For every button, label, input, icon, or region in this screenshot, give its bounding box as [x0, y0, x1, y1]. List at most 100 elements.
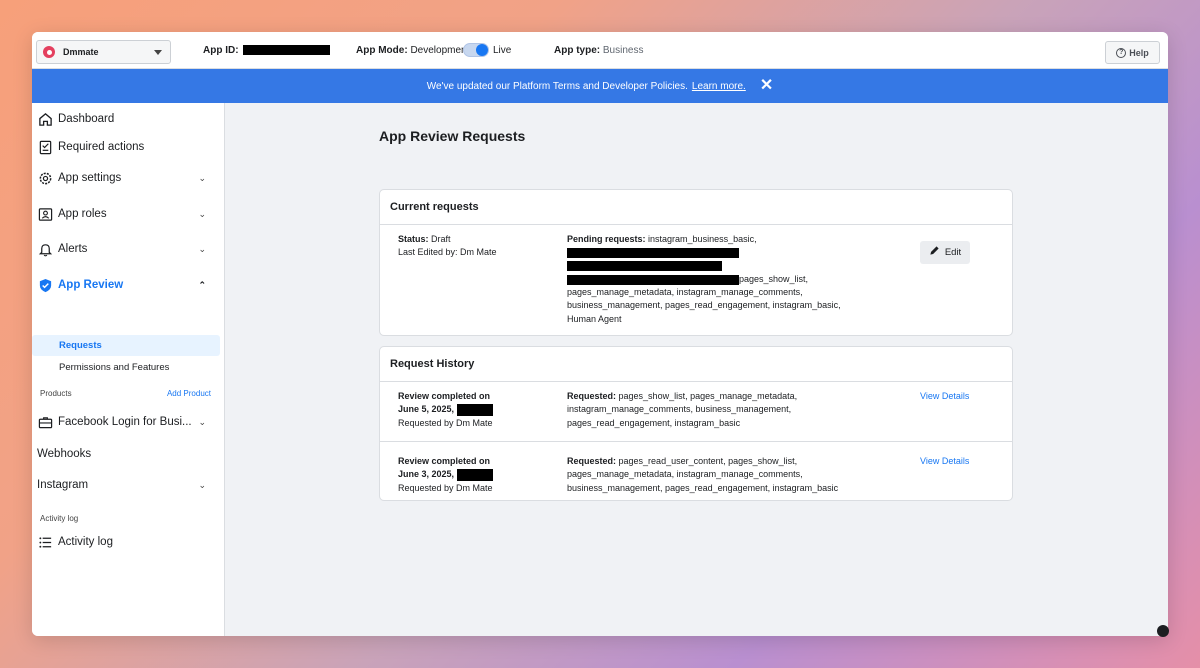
history-line-1: Requested: pages_show_list, pages_manage… — [567, 390, 857, 403]
sidebar-item-dashboard[interactable]: Dashboard — [37, 107, 220, 131]
pencil-icon — [929, 245, 940, 260]
sidebar-subitem-label: Permissions and Features — [59, 362, 170, 373]
sidebar-item-app-review[interactable]: App Review ⌃ — [37, 273, 220, 297]
add-product-link[interactable]: Add Product — [167, 389, 211, 398]
history-value-1: pages_show_list, pages_manage_metadata, — [618, 391, 798, 401]
edit-button[interactable]: Edit — [920, 241, 970, 264]
history-row: Review completed on June 3, 2025, Reques… — [380, 455, 1012, 505]
help-circle-icon: ? — [1116, 47, 1127, 58]
row-divider — [380, 441, 1012, 442]
caret-down-icon — [154, 50, 162, 55]
history-value-2: instagram_manage_comments, business_mana… — [567, 404, 792, 415]
completed-date-line: June 5, 2025, — [398, 403, 558, 416]
requested-by: Requested by Dm Mate — [398, 482, 493, 493]
sidebar-item-instagram[interactable]: Instagram ⌄ — [37, 473, 220, 497]
sidebar-item-label: Facebook Login for Busi... — [58, 416, 192, 428]
sidebar-item-facebook-login[interactable]: Facebook Login for Busi... ⌄ — [37, 410, 220, 434]
pending-requests-block: Pending requests: instagram_business_bas… — [567, 233, 857, 326]
pending-value-1: instagram_business_basic, — [648, 234, 757, 244]
sidebar-item-required-actions[interactable]: Required actions — [37, 135, 220, 159]
status-label: Status: — [398, 234, 429, 244]
current-requests-heading: Current requests — [380, 190, 1012, 225]
history-value-3: pages_read_engagement, instagram_basic — [567, 417, 741, 428]
history-row: Review completed on June 5, 2025, Reques… — [380, 390, 1012, 440]
help-button[interactable]: ? Help — [1105, 41, 1160, 64]
pending-value-4: pages_show_list, — [739, 273, 809, 284]
banner-text: We've updated our Platform Terms and Dev… — [426, 80, 688, 92]
pending-value-7: Human Agent — [567, 313, 622, 324]
app-window: Dmmate App ID: App Mode: Development Liv… — [32, 32, 1168, 636]
edit-label: Edit — [944, 246, 962, 258]
sidebar-item-alerts[interactable]: Alerts ⌄ — [37, 237, 220, 261]
status-line: Status: Draft — [398, 233, 558, 246]
checklist-icon — [37, 139, 53, 155]
pending-value-5: pages_manage_metadata, instagram_manage_… — [567, 287, 803, 298]
sidebar-item-app-roles[interactable]: App roles ⌄ — [37, 202, 220, 226]
resize-corner-icon — [1157, 625, 1169, 637]
view-details-link[interactable]: View Details — [920, 455, 969, 468]
toggle-knob — [476, 44, 488, 56]
redacted-block — [567, 261, 722, 272]
completed-date: June 3, 2025, — [398, 469, 455, 480]
app-mode-value: Development — [410, 45, 470, 56]
sidebar-subitem-requests[interactable]: Requests — [32, 335, 220, 356]
pending-line-2 — [567, 246, 857, 259]
pending-line-1: Pending requests: instagram_business_bas… — [567, 233, 857, 246]
shield-check-icon — [37, 277, 53, 293]
pending-label: Pending requests: — [567, 234, 646, 244]
history-meta: Review completed on June 3, 2025, Reques… — [398, 455, 558, 495]
app-mode-live-label: Live — [493, 45, 512, 56]
completed-label: Review completed on — [398, 390, 558, 403]
history-line-1: Requested: pages_read_user_content, page… — [567, 455, 857, 468]
learn-more-link[interactable]: Learn more. — [692, 81, 746, 92]
view-details-link[interactable]: View Details — [920, 390, 969, 403]
status-block: Status: Draft Last Edited by: Dm Mate — [398, 233, 558, 260]
bell-icon — [37, 241, 53, 257]
completed-date-line: June 3, 2025, — [398, 468, 558, 481]
app-mode: App Mode: Development — [356, 45, 469, 56]
redacted-app-id — [243, 45, 331, 56]
app-logo-icon — [43, 46, 55, 58]
activity-log-section-label: Activity log — [40, 514, 79, 523]
pending-line-3 — [567, 260, 857, 273]
requested-label: Requested: — [567, 456, 617, 466]
policy-banner: We've updated our Platform Terms and Dev… — [32, 69, 1168, 103]
sidebar-subitem-label: Requests — [59, 340, 102, 351]
redacted-block — [567, 274, 739, 285]
history-value-2: pages_manage_metadata, instagram_manage_… — [567, 469, 803, 480]
sidebar: Dashboard Required actions App settings … — [32, 103, 225, 636]
completed-text: Review completed on — [398, 391, 491, 401]
history-permissions: Requested: pages_show_list, pages_manage… — [567, 390, 857, 430]
completed-date: June 5, 2025, — [398, 404, 455, 415]
app-type-label: App type: — [554, 45, 601, 56]
completed-text: Review completed on — [398, 456, 491, 466]
sidebar-item-activity-log[interactable]: Activity log — [37, 530, 220, 554]
gear-icon — [37, 170, 53, 186]
help-label: Help — [1129, 47, 1149, 58]
chevron-down-icon: ⌄ — [198, 416, 206, 427]
sidebar-item-label: Activity log — [58, 536, 113, 548]
products-section-label: Products — [40, 389, 72, 398]
status-value: Draft — [431, 234, 451, 244]
sidebar-item-label: Dashboard — [58, 113, 115, 125]
last-edited: Last Edited by: Dm Mate — [398, 247, 497, 258]
briefcase-icon — [37, 414, 53, 430]
top-bar: Dmmate App ID: App Mode: Development Liv… — [32, 32, 1168, 69]
page-title: App Review Requests — [379, 128, 526, 144]
app-mode-label: App Mode: — [356, 45, 408, 56]
app-selector[interactable]: Dmmate — [36, 40, 171, 64]
sidebar-item-label: Webhooks — [37, 448, 92, 460]
sidebar-subitem-permissions-features[interactable]: Permissions and Features — [32, 357, 220, 378]
app-mode-toggle[interactable] — [463, 43, 489, 57]
sidebar-item-app-settings[interactable]: App settings ⌄ — [37, 166, 220, 190]
list-icon — [37, 534, 53, 550]
current-request-row: Status: Draft Last Edited by: Dm Mate Pe… — [380, 233, 1012, 333]
requested-label: Requested: — [567, 391, 617, 401]
pending-value-6: business_management, pages_read_engageme… — [567, 300, 841, 311]
request-history-card: Request History Review completed on June… — [379, 346, 1013, 501]
close-icon[interactable]: ✕ — [760, 78, 773, 94]
app-id: App ID: — [203, 45, 331, 56]
current-requests-card: Current requests Status: Draft Last Edit… — [379, 189, 1013, 336]
chevron-down-icon: ⌄ — [198, 172, 206, 183]
sidebar-item-webhooks[interactable]: Webhooks — [37, 442, 220, 466]
